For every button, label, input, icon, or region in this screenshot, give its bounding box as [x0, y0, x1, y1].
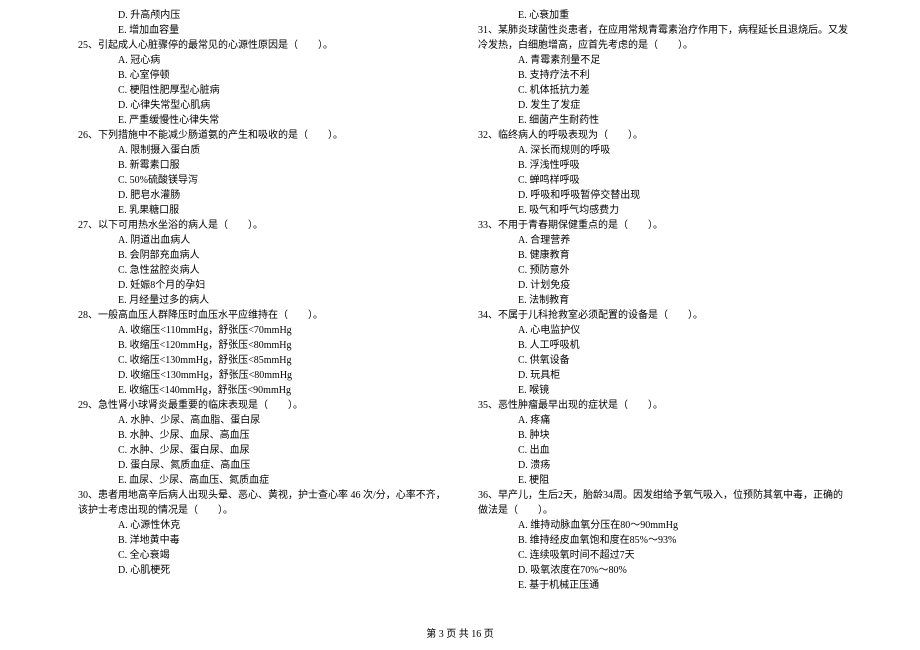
answer-option: E. 收缩压<140mmHg，舒张压<90mmHg [68, 383, 452, 398]
answer-option: B. 肿块 [468, 428, 852, 443]
answer-option: E. 乳果糖口服 [68, 203, 452, 218]
answer-option: D. 收缩压<130mmHg，舒张压<80mmHg [68, 368, 452, 383]
question-text: 31、某肺炎球菌性炎患者，在应用常规青霉素治疗作用下，病程延长且退烧后。又发冷发… [468, 23, 852, 53]
answer-option: E. 细菌产生耐药性 [468, 113, 852, 128]
answer-option: D. 溃疡 [468, 458, 852, 473]
answer-option: E. 基于机械正压通 [468, 578, 852, 593]
answer-option: E. 增加血容量 [68, 23, 452, 38]
answer-option: B. 健康教育 [468, 248, 852, 263]
answer-option: A. 合理营养 [468, 233, 852, 248]
answer-option: B. 新霉素口服 [68, 158, 452, 173]
answer-option: B. 心室停顿 [68, 68, 452, 83]
answer-option: B. 水肿、少尿、血尿、高血压 [68, 428, 452, 443]
answer-option: B. 浮浅性呼吸 [468, 158, 852, 173]
answer-option: E. 喉镜 [468, 383, 852, 398]
answer-option: B. 收缩压<120mmHg，舒张压<80mmHg [68, 338, 452, 353]
question-text: 30、患者用地高辛后病人出现头晕、恶心、黄视，护士查心率 46 次/分，心率不齐… [68, 488, 452, 518]
page-footer: 第 3 页 共 16 页 [0, 627, 920, 642]
answer-option: A. 冠心病 [68, 53, 452, 68]
answer-option: A. 疼痛 [468, 413, 852, 428]
answer-option: C. 急性盆腔炎病人 [68, 263, 452, 278]
answer-option: C. 机体抵抗力差 [468, 83, 852, 98]
answer-option: E. 法制教育 [468, 293, 852, 308]
left-column: D. 升高颅内压E. 增加血容量25、引起成人心脏骤停的最常见的心源性原因是（ … [60, 8, 460, 593]
answer-option: C. 全心衰竭 [68, 548, 452, 563]
question-text: 35、恶性肿瘤最早出现的症状是（ ）。 [468, 398, 852, 413]
answer-option: A. 水肿、少尿、高血脂、蛋白尿 [68, 413, 452, 428]
answer-option: C. 收缩压<130mmHg，舒张压<85mmHg [68, 353, 452, 368]
answer-option: E. 严重缓慢性心律失常 [68, 113, 452, 128]
answer-option: E. 月经量过多的病人 [68, 293, 452, 308]
answer-option: B. 洋地黄中毒 [68, 533, 452, 548]
answer-option: E. 心衰加重 [468, 8, 852, 23]
answer-option: A. 收缩压<110mmHg，舒张压<70mmHg [68, 323, 452, 338]
answer-option: C. 梗阻性肥厚型心脏病 [68, 83, 452, 98]
answer-option: A. 深长而规则的呼吸 [468, 143, 852, 158]
answer-option: D. 计划免疫 [468, 278, 852, 293]
answer-option: E. 梗阻 [468, 473, 852, 488]
answer-option: B. 维持经皮血氧饱和度在85%～93% [468, 533, 852, 548]
answer-option: D. 妊娠8个月的孕妇 [68, 278, 452, 293]
answer-option: A. 维持动脉血氧分压在80～90mmHg [468, 518, 852, 533]
answer-option: C. 预防意外 [468, 263, 852, 278]
answer-option: D. 心律失常型心肌病 [68, 98, 452, 113]
answer-option: D. 升高颅内压 [68, 8, 452, 23]
answer-option: A. 心源性休克 [68, 518, 452, 533]
answer-option: E. 吸气和呼气均感费力 [468, 203, 852, 218]
answer-option: A. 青霉素剂量不足 [468, 53, 852, 68]
answer-option: A. 心电监护仪 [468, 323, 852, 338]
answer-option: D. 蛋白尿、氮质血症、高血压 [68, 458, 452, 473]
question-text: 26、下列措施中不能减少肠道氨的产生和吸收的是（ ）。 [68, 128, 452, 143]
answer-option: C. 50%硫酸镁导泻 [68, 173, 452, 188]
question-text: 32、临终病人的呼吸表现为（ ）。 [468, 128, 852, 143]
answer-option: A. 限制摄入蛋白质 [68, 143, 452, 158]
question-text: 29、急性肾小球肾炎最重要的临床表现是（ ）。 [68, 398, 452, 413]
answer-option: C. 出血 [468, 443, 852, 458]
answer-option: C. 水肿、少尿、蛋白尿、血尿 [68, 443, 452, 458]
answer-option: E. 血尿、少尿、高血压、氮质血症 [68, 473, 452, 488]
answer-option: D. 吸氧浓度在70%～80% [468, 563, 852, 578]
answer-option: D. 呼吸和呼吸暂停交替出现 [468, 188, 852, 203]
question-text: 36、早产儿，生后2天，胎龄34周。因发绀给予氧气吸入，位预防其氧中毒，正确的做… [468, 488, 852, 518]
question-text: 28、一般高血压人群降压时血压水平应维持在（ ）。 [68, 308, 452, 323]
answer-option: D. 心肌梗死 [68, 563, 452, 578]
question-text: 25、引起成人心脏骤停的最常见的心源性原因是（ ）。 [68, 38, 452, 53]
answer-option: A. 阴道出血病人 [68, 233, 452, 248]
answer-option: C. 供氧设备 [468, 353, 852, 368]
answer-option: C. 蝉鸣样呼吸 [468, 173, 852, 188]
answer-option: B. 支持疗法不利 [468, 68, 852, 83]
question-text: 33、不用于青春期保健重点的是（ ）。 [468, 218, 852, 233]
question-text: 27、以下可用热水坐浴的病人是（ ）。 [68, 218, 452, 233]
answer-option: D. 肥皂水灌肠 [68, 188, 452, 203]
right-column: E. 心衰加重31、某肺炎球菌性炎患者，在应用常规青霉素治疗作用下，病程延长且退… [460, 8, 860, 593]
answer-option: C. 连续吸氧时间不超过7天 [468, 548, 852, 563]
page-content: D. 升高颅内压E. 增加血容量25、引起成人心脏骤停的最常见的心源性原因是（ … [0, 8, 920, 593]
question-text: 34、不属于儿科抢救室必须配置的设备是（ ）。 [468, 308, 852, 323]
answer-option: D. 玩具柜 [468, 368, 852, 383]
answer-option: D. 发生了发症 [468, 98, 852, 113]
answer-option: B. 人工呼吸机 [468, 338, 852, 353]
answer-option: B. 会阴部充血病人 [68, 248, 452, 263]
